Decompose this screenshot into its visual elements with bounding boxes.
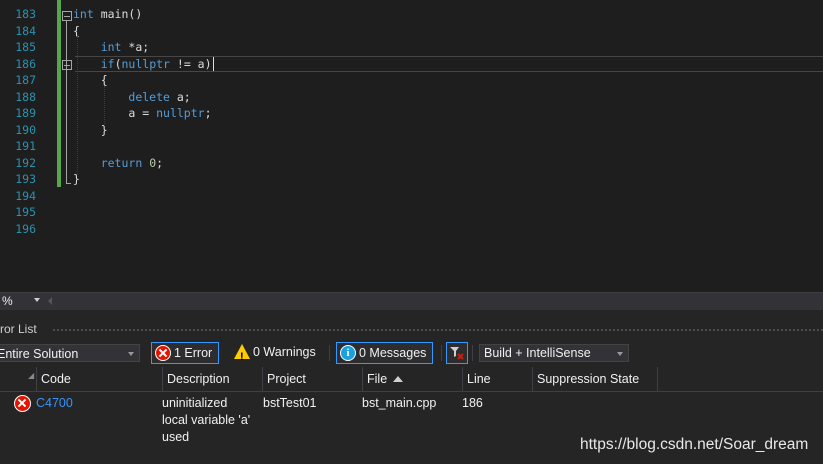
code-line[interactable]: 189 a = nullptr; xyxy=(0,105,823,122)
code-line[interactable]: 187 { xyxy=(0,72,823,89)
line-number: 191 xyxy=(15,139,36,153)
column-label: Code xyxy=(41,372,71,386)
code-text[interactable]: delete a; xyxy=(73,89,190,106)
panel-drag-grip[interactable] xyxy=(52,328,823,332)
fold-guide xyxy=(66,21,67,183)
code-line[interactable]: 186 if(nullptr != a) xyxy=(0,55,823,73)
chevron-down-icon[interactable] xyxy=(34,298,40,302)
code-line[interactable]: 196 xyxy=(0,221,823,238)
scope-value: Entire Solution xyxy=(0,347,79,361)
description-line: uninitialized xyxy=(162,396,228,410)
code-editor[interactable]: 183 int main() 184{185 int *a; 186 if(nullp… xyxy=(0,0,823,292)
text-caret xyxy=(213,56,214,71)
code-text[interactable]: a = nullptr; xyxy=(73,105,211,122)
code-text[interactable]: return 0; xyxy=(73,155,163,172)
build-filter-value: Build + IntelliSense xyxy=(484,346,591,360)
line-number: 192 xyxy=(15,155,36,170)
toolbar-separator xyxy=(472,345,473,361)
warnings-filter-label: 0 Warnings xyxy=(253,345,316,359)
messages-filter-label: 0 Messages xyxy=(359,346,427,360)
indent-guide xyxy=(104,86,106,126)
watermark: https://blog.csdn.net/Soar_dream xyxy=(580,436,809,453)
column-header-project[interactable]: Project xyxy=(262,367,362,391)
column-label: Suppression State xyxy=(537,372,640,386)
editor-status-bar: % xyxy=(0,292,823,310)
fold-icon[interactable] xyxy=(62,60,72,70)
column-header-line[interactable]: Line xyxy=(462,367,532,391)
code-line[interactable]: 195 xyxy=(0,204,823,221)
error-code-link[interactable]: C4700 xyxy=(36,395,73,412)
chevron-down-icon xyxy=(617,352,623,356)
error-icon xyxy=(14,395,31,412)
line-number: 195 xyxy=(15,205,36,219)
warning-icon: ! xyxy=(234,344,250,363)
code-line[interactable]: 192 return 0; xyxy=(0,155,823,172)
line-number: 183 xyxy=(15,7,36,21)
errors-filter-label: 1 Error xyxy=(174,346,213,360)
line-number: 194 xyxy=(15,188,36,203)
line-number: 188 xyxy=(15,89,36,104)
sort-ascending-icon xyxy=(393,376,404,382)
fold-icon[interactable] xyxy=(62,11,72,21)
toolbar-separator xyxy=(441,345,442,361)
line-number: 190 xyxy=(15,122,36,137)
column-label: Line xyxy=(467,372,491,386)
description-line: local variable 'a' xyxy=(162,413,251,427)
line-number: 189 xyxy=(15,106,36,120)
code-line[interactable]: 190 } xyxy=(0,122,823,139)
column-header-description[interactable]: Description xyxy=(162,367,262,391)
code-text[interactable]: int *a; xyxy=(73,39,149,56)
error-line: 186 xyxy=(462,396,483,410)
error-project: bstTest01 xyxy=(263,396,317,410)
column-label: Description xyxy=(167,372,230,386)
toolbar-separator xyxy=(329,345,330,361)
error-file: bst_main.cpp xyxy=(362,396,437,410)
code-line[interactable]: 188 delete a; xyxy=(0,89,823,106)
panel-title[interactable]: ror List xyxy=(0,321,37,337)
warnings-filter-button[interactable]: ! 0 Warnings xyxy=(231,342,322,364)
column-header-code[interactable]: Code xyxy=(36,367,162,391)
code-line[interactable]: 183 int main() xyxy=(0,6,823,23)
line-number: 196 xyxy=(15,221,36,236)
description-line: used xyxy=(162,430,190,444)
scroll-left-icon[interactable] xyxy=(48,297,52,305)
line-number: 193 xyxy=(15,172,36,186)
line-number: 186 xyxy=(15,56,36,71)
error-list-toolbar: Entire Solution 1 Error ! 0 Warnings i 0… xyxy=(0,341,823,365)
line-number: 187 xyxy=(15,73,36,87)
column-header-suppression[interactable]: Suppression State xyxy=(532,367,658,391)
code-line[interactable]: 191 xyxy=(0,138,823,155)
build-filter-dropdown[interactable]: Build + IntelliSense xyxy=(479,344,629,362)
code-text[interactable]: if(nullptr != a) xyxy=(73,56,212,73)
column-label: File xyxy=(367,372,388,386)
code-line[interactable]: 185 int *a; xyxy=(0,39,823,56)
errors-filter-button[interactable]: 1 Error xyxy=(151,342,220,364)
indent-guide xyxy=(77,36,79,174)
column-options-icon[interactable]: ◢ xyxy=(28,371,34,380)
chevron-down-icon xyxy=(128,352,134,356)
filter-icon xyxy=(450,347,464,360)
error-description: uninitialized local variable 'a' used xyxy=(162,395,262,446)
code-line[interactable]: 184{ xyxy=(0,23,823,40)
error-icon xyxy=(155,345,171,361)
zoom-level[interactable]: % xyxy=(2,294,13,308)
code-line[interactable]: 193} xyxy=(0,171,823,188)
filter-button[interactable] xyxy=(446,342,468,364)
fold-end-marker xyxy=(66,183,71,184)
column-label: Project xyxy=(267,372,306,386)
info-icon: i xyxy=(340,345,356,361)
error-grid-header: ◢ Code Description Project File Line Sup… xyxy=(0,367,823,392)
code-text[interactable]: int main() xyxy=(73,6,142,23)
column-header-file[interactable]: File xyxy=(362,367,462,391)
line-number: 185 xyxy=(15,40,36,54)
code-line[interactable]: 194 xyxy=(0,188,823,205)
line-number: 184 xyxy=(15,23,36,38)
scope-dropdown[interactable]: Entire Solution xyxy=(0,344,140,362)
messages-filter-button[interactable]: i 0 Messages xyxy=(336,342,434,364)
